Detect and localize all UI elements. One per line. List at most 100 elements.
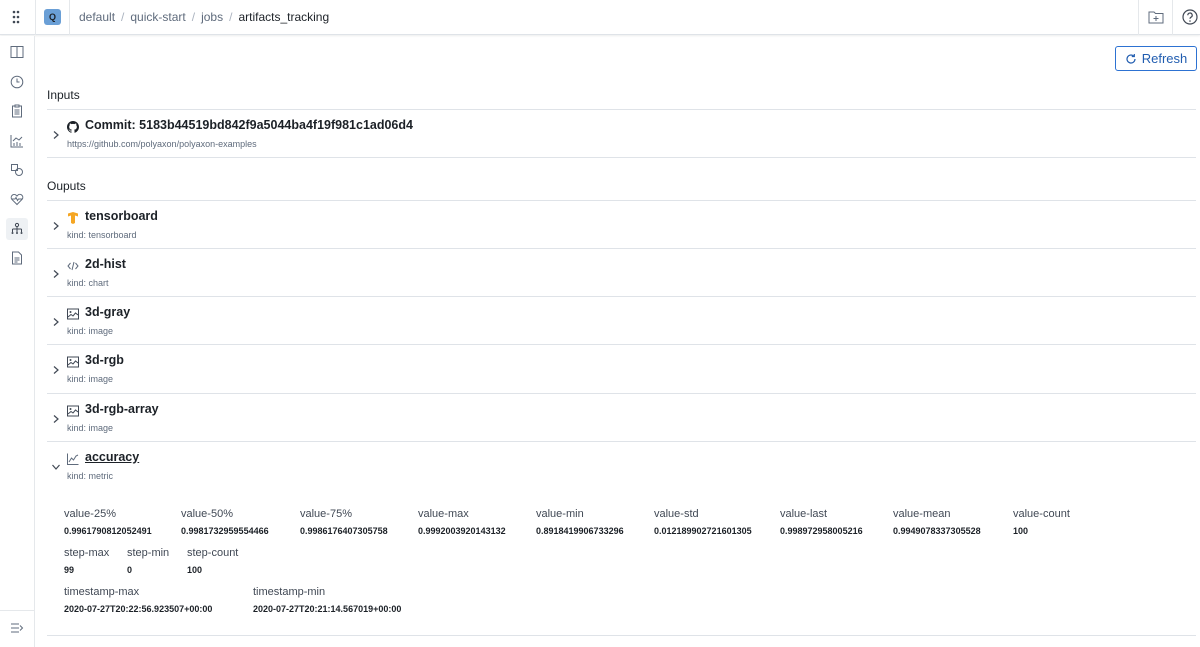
divider bbox=[35, 0, 36, 35]
sidebar bbox=[0, 36, 35, 647]
breadcrumb-project[interactable]: quick-start bbox=[130, 10, 185, 24]
output-kind: kind: tensorboard bbox=[67, 230, 137, 240]
chevron-right-icon[interactable] bbox=[51, 365, 61, 375]
output-kind: kind: image bbox=[67, 423, 114, 433]
stat-value-count: value-count 100 bbox=[1013, 508, 1070, 536]
output-title: 2d-hist bbox=[85, 257, 126, 271]
output-title: 3d-gray bbox=[85, 305, 131, 319]
breadcrumb-separator: / bbox=[191, 10, 196, 24]
output-kind: kind: image bbox=[67, 374, 114, 384]
heart-pulse-icon bbox=[10, 193, 24, 206]
divider bbox=[47, 344, 1196, 345]
stat-timestamp-max: timestamp-max 2020-07-27T20:22:56.923507+… bbox=[64, 586, 213, 614]
output-title: tensorboard bbox=[85, 209, 158, 223]
output-kind: kind: metric bbox=[67, 471, 114, 481]
divider bbox=[47, 157, 1196, 158]
breadcrumb-jobs[interactable]: jobs bbox=[201, 10, 223, 24]
outputs-heading: Ouputs bbox=[47, 179, 86, 193]
chevron-right-icon[interactable] bbox=[51, 269, 61, 279]
org-avatar[interactable]: Q bbox=[44, 9, 61, 25]
stat-timestamp-min: timestamp-min 2020-07-27T20:21:14.567019+… bbox=[253, 586, 402, 614]
breadcrumb-current: artifacts_tracking bbox=[238, 10, 330, 24]
output-item-2d-hist[interactable]: 2d-hist kind: chart bbox=[47, 251, 1196, 299]
stat-value-min: value-min 0.8918419906733296 bbox=[536, 508, 624, 536]
divider bbox=[47, 248, 1196, 249]
output-title[interactable]: accuracy bbox=[85, 450, 139, 464]
divider bbox=[47, 296, 1196, 297]
output-kind: kind: image bbox=[67, 326, 114, 336]
stat-value-mean: value-mean 0.9949078337305528 bbox=[893, 508, 981, 536]
divider bbox=[47, 441, 1196, 442]
sidebar-item-dashboards[interactable] bbox=[6, 130, 28, 152]
columns-icon bbox=[10, 46, 24, 58]
tensorboard-icon bbox=[68, 212, 78, 224]
app-menu-icon[interactable] bbox=[8, 9, 24, 25]
inputs-heading: Inputs bbox=[47, 88, 80, 102]
stat-value-75: value-75% 0.9986176407305758 bbox=[300, 508, 388, 536]
breadcrumb-separator: / bbox=[121, 10, 125, 24]
stat-value-50: value-50% 0.9981732959554466 bbox=[181, 508, 269, 536]
output-item-3d-gray[interactable]: 3d-gray kind: image bbox=[47, 299, 1196, 347]
sidebar-item-resources[interactable] bbox=[6, 188, 28, 210]
github-icon bbox=[67, 121, 79, 133]
divider bbox=[0, 610, 34, 611]
stat-step-count: step-count 100 bbox=[187, 547, 239, 575]
line-chart-icon bbox=[67, 453, 79, 465]
chevron-right-icon[interactable] bbox=[51, 317, 61, 327]
divider bbox=[47, 393, 1196, 394]
refresh-icon bbox=[1126, 53, 1136, 64]
divider bbox=[1172, 0, 1173, 35]
sidebar-item-overview[interactable] bbox=[6, 41, 28, 63]
stat-value-max: value-max 0.9992003920143132 bbox=[418, 508, 506, 536]
output-kind: kind: chart bbox=[67, 278, 109, 288]
breadcrumb-separator: / bbox=[229, 10, 233, 24]
stat-value-last: value-last 0.998972958005216 bbox=[780, 508, 863, 536]
sidebar-item-logs[interactable] bbox=[6, 100, 28, 122]
divider bbox=[47, 635, 1196, 636]
org-initial: Q bbox=[48, 12, 56, 22]
output-item-3d-rgb-array[interactable]: 3d-rgb-array kind: image bbox=[47, 396, 1196, 444]
divider bbox=[47, 109, 1196, 110]
commit-title: Commit: 5183b44519bd842f9a5044ba4f19f981… bbox=[85, 118, 413, 132]
output-title: 3d-rgb bbox=[85, 353, 124, 367]
document-icon bbox=[12, 251, 22, 265]
clock-icon bbox=[10, 75, 24, 89]
output-title: 3d-rgb-array bbox=[85, 402, 159, 416]
image-icon bbox=[67, 405, 79, 417]
refresh-label: Refresh bbox=[1141, 51, 1188, 66]
chevron-right-icon[interactable] bbox=[51, 130, 61, 140]
chevron-right-icon[interactable] bbox=[51, 414, 61, 424]
sidebar-item-lineage[interactable] bbox=[6, 218, 28, 240]
image-icon bbox=[67, 356, 79, 368]
chevron-down-icon[interactable] bbox=[51, 462, 61, 472]
hierarchy-icon bbox=[11, 222, 23, 234]
divider bbox=[47, 200, 1196, 201]
breadcrumb-org[interactable]: default bbox=[79, 10, 115, 24]
refresh-button[interactable]: Refresh bbox=[1115, 46, 1197, 71]
code-icon bbox=[67, 261, 79, 271]
stat-value-25: value-25% 0.9961790812052491 bbox=[64, 508, 152, 536]
menu-open-icon bbox=[11, 623, 24, 633]
output-item-tensorboard[interactable]: tensorboard kind: tensorboard bbox=[47, 203, 1196, 251]
clipboard-icon bbox=[12, 104, 22, 118]
divider bbox=[69, 0, 70, 35]
new-folder-icon[interactable] bbox=[1148, 10, 1164, 24]
sidebar-item-specification[interactable] bbox=[6, 247, 28, 269]
output-item-accuracy[interactable]: accuracy kind: metric bbox=[47, 444, 1196, 492]
sidebar-item-history[interactable] bbox=[6, 71, 28, 93]
sidebar-item-events[interactable] bbox=[6, 159, 28, 181]
commit-url[interactable]: https://github.com/polyaxon/polyaxon-exa… bbox=[67, 139, 257, 149]
stat-value-std: value-std 0.012189902721601305 bbox=[654, 508, 752, 536]
timeline-chart-icon bbox=[10, 135, 23, 148]
input-item-commit[interactable]: Commit: 5183b44519bd842f9a5044ba4f19f981… bbox=[47, 112, 1196, 160]
breadcrumb: default / quick-start / jobs / artifacts… bbox=[79, 10, 329, 24]
stat-step-min: step-min 0 bbox=[127, 547, 170, 575]
stat-step-max: step-max 99 bbox=[64, 547, 110, 575]
help-icon[interactable] bbox=[1182, 9, 1198, 25]
output-item-3d-rgb[interactable]: 3d-rgb kind: image bbox=[47, 347, 1196, 395]
shapes-icon bbox=[11, 164, 23, 176]
chevron-right-icon[interactable] bbox=[51, 221, 61, 231]
top-bar: Q default / quick-start / jobs / artifac… bbox=[0, 0, 1200, 35]
expand-sidebar-button[interactable] bbox=[6, 617, 28, 639]
image-icon bbox=[67, 308, 79, 320]
